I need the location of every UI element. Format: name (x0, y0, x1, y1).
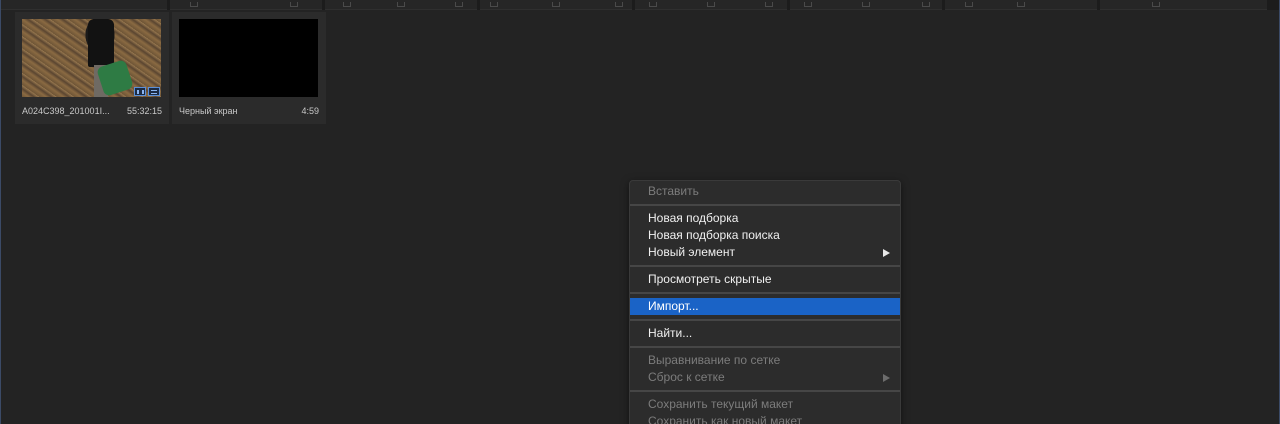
clip-duration: 55:32:15 (126, 106, 162, 116)
clip-name[interactable]: Черный экран (179, 106, 238, 116)
thumbnail-figure (88, 19, 114, 67)
header-cell (945, 0, 1097, 10)
menu-item-label: Новый элемент (648, 245, 735, 259)
menu-item-save-current-layout[interactable]: Сохранить текущий макет (630, 396, 900, 413)
header-cell (480, 0, 632, 10)
header-cell (1100, 0, 1267, 10)
header-cell (170, 0, 322, 10)
menu-separator (630, 390, 900, 392)
submenu-arrow-icon (883, 249, 890, 257)
clip-thumbnail[interactable] (22, 19, 161, 97)
menu-separator (630, 292, 900, 294)
header-cell (325, 0, 477, 10)
clip-caption: A024C398_201001I... 55:32:15 (22, 106, 162, 116)
header-cell (635, 0, 787, 10)
clip-caption: Черный экран 4:59 (179, 106, 319, 116)
menu-item-label: Сброс к сетке (648, 370, 725, 384)
column-header-strip (1, 0, 1279, 10)
menu-item-import[interactable]: Импорт... (630, 298, 900, 315)
menu-item-find[interactable]: Найти... (630, 325, 900, 342)
menu-item-save-as-new-layout[interactable]: Сохранить как новый макет (630, 413, 900, 424)
submenu-arrow-icon (883, 374, 890, 382)
menu-item-paste[interactable]: Вставить (630, 183, 900, 200)
context-menu: Вставить Новая подборка Новая подборка п… (629, 180, 901, 424)
bin-item-tile[interactable]: A024C398_201001I... 55:32:15 (15, 12, 169, 124)
header-cell (1, 0, 167, 10)
menu-item-new-bin[interactable]: Новая подборка (630, 210, 900, 227)
bin-item-tile[interactable]: Черный экран 4:59 (172, 12, 326, 124)
header-cell (790, 0, 942, 10)
audio-arrows-icon (148, 87, 160, 96)
video-bars-icon (134, 87, 146, 96)
menu-separator (630, 319, 900, 321)
clip-badges (134, 87, 160, 96)
menu-item-new-item[interactable]: Новый элемент (630, 244, 900, 261)
clip-name[interactable]: A024C398_201001I... (22, 106, 110, 116)
clip-thumbnail[interactable] (179, 19, 318, 97)
menu-separator (630, 346, 900, 348)
menu-separator (630, 204, 900, 206)
menu-separator (630, 265, 900, 267)
menu-item-new-search-bin[interactable]: Новая подборка поиска (630, 227, 900, 244)
menu-item-reset-to-grid[interactable]: Сброс к сетке (630, 369, 900, 386)
project-panel[interactable]: A024C398_201001I... 55:32:15 Черный экра… (0, 0, 1280, 424)
clip-duration: 4:59 (301, 106, 319, 116)
menu-item-align-to-grid[interactable]: Выравнивание по сетке (630, 352, 900, 369)
menu-item-view-hidden[interactable]: Просмотреть скрытые (630, 271, 900, 288)
